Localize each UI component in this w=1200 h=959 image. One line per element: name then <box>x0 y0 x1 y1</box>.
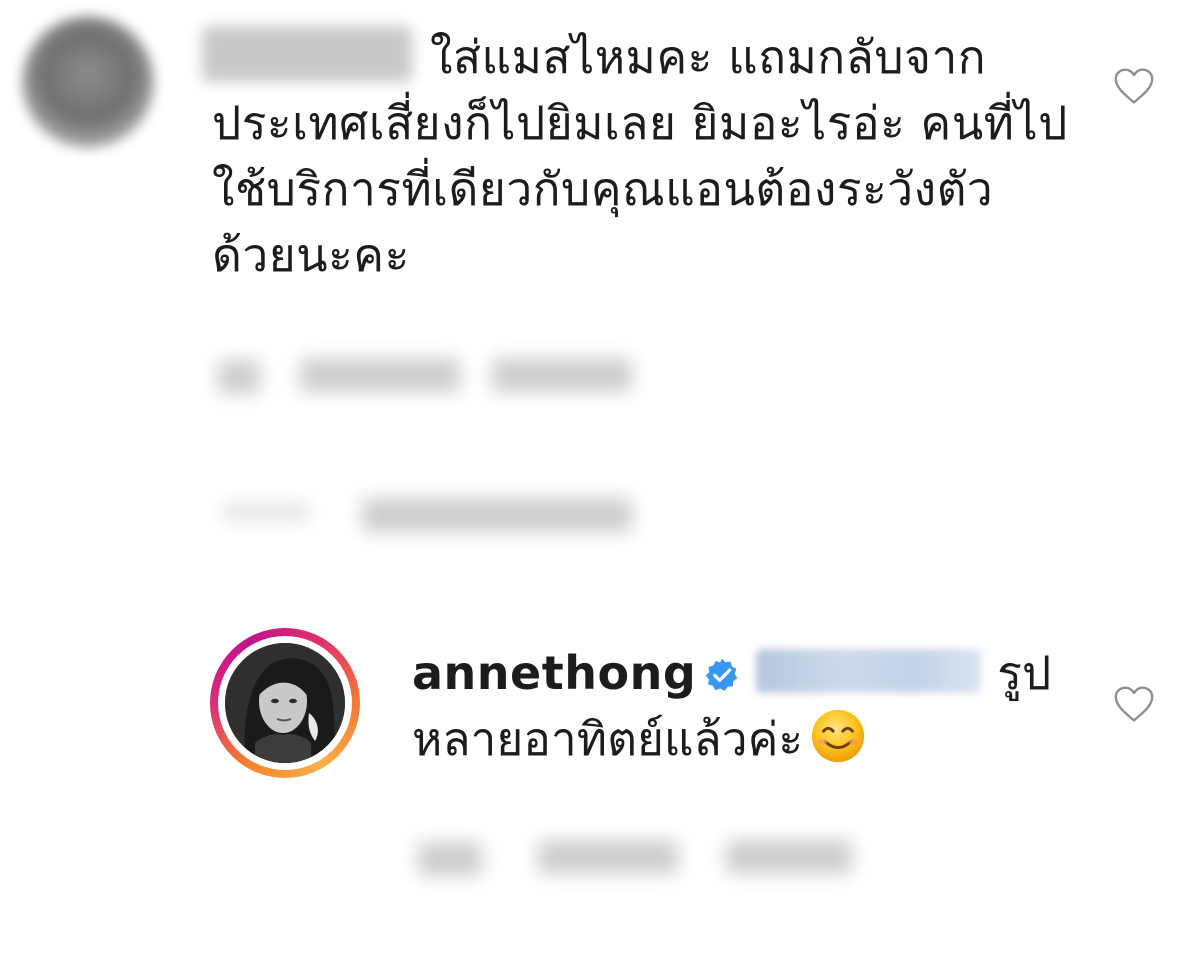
comment-text-part: หลายอาทิตย์แล้วค่ะ <box>412 712 804 766</box>
comment-item: ใส่แมสไหมคะ แถมกลับจากประเทศเสี่ยงก็ไปยิ… <box>0 0 1200 600</box>
view-replies-line <box>222 503 310 521</box>
reply-first-line: annethong รูป <box>412 640 1051 706</box>
avatar <box>225 643 345 763</box>
smile-emoji-icon <box>811 709 865 763</box>
likes-count[interactable] <box>538 840 678 874</box>
view-replies-button[interactable] <box>362 498 632 532</box>
comment-text: ใส่แมสไหมคะ แถมกลับจากประเทศเสี่ยงก็ไปยิ… <box>212 30 1068 282</box>
verified-badge-icon <box>706 658 738 691</box>
verified-badge <box>704 657 740 693</box>
comment-timestamp <box>418 842 482 876</box>
heart-outline-icon <box>1114 68 1154 104</box>
avatar[interactable] <box>22 16 154 148</box>
likes-count[interactable] <box>300 358 460 392</box>
reply-second-line: หลายอาทิตย์แล้วค่ะ <box>412 706 867 772</box>
comment-text-part: รูป <box>997 646 1052 700</box>
comment-timestamp <box>218 360 260 394</box>
reply-button[interactable] <box>726 840 852 874</box>
heart-outline-icon <box>1114 686 1154 722</box>
avatar-story-ring[interactable] <box>210 628 360 778</box>
username-link[interactable]: annethong <box>412 646 696 700</box>
reply-button[interactable] <box>492 358 632 392</box>
avatar-ring-gap <box>218 636 352 770</box>
comment-item: annethong รูป หลายอาทิตย์แล้วค่ะ <box>0 600 1200 959</box>
smiling-face-emoji <box>809 707 867 765</box>
like-button[interactable] <box>1112 66 1156 106</box>
avatar-photo-icon <box>225 643 345 763</box>
like-button[interactable] <box>1112 684 1156 724</box>
mention-link[interactable] <box>756 649 982 693</box>
